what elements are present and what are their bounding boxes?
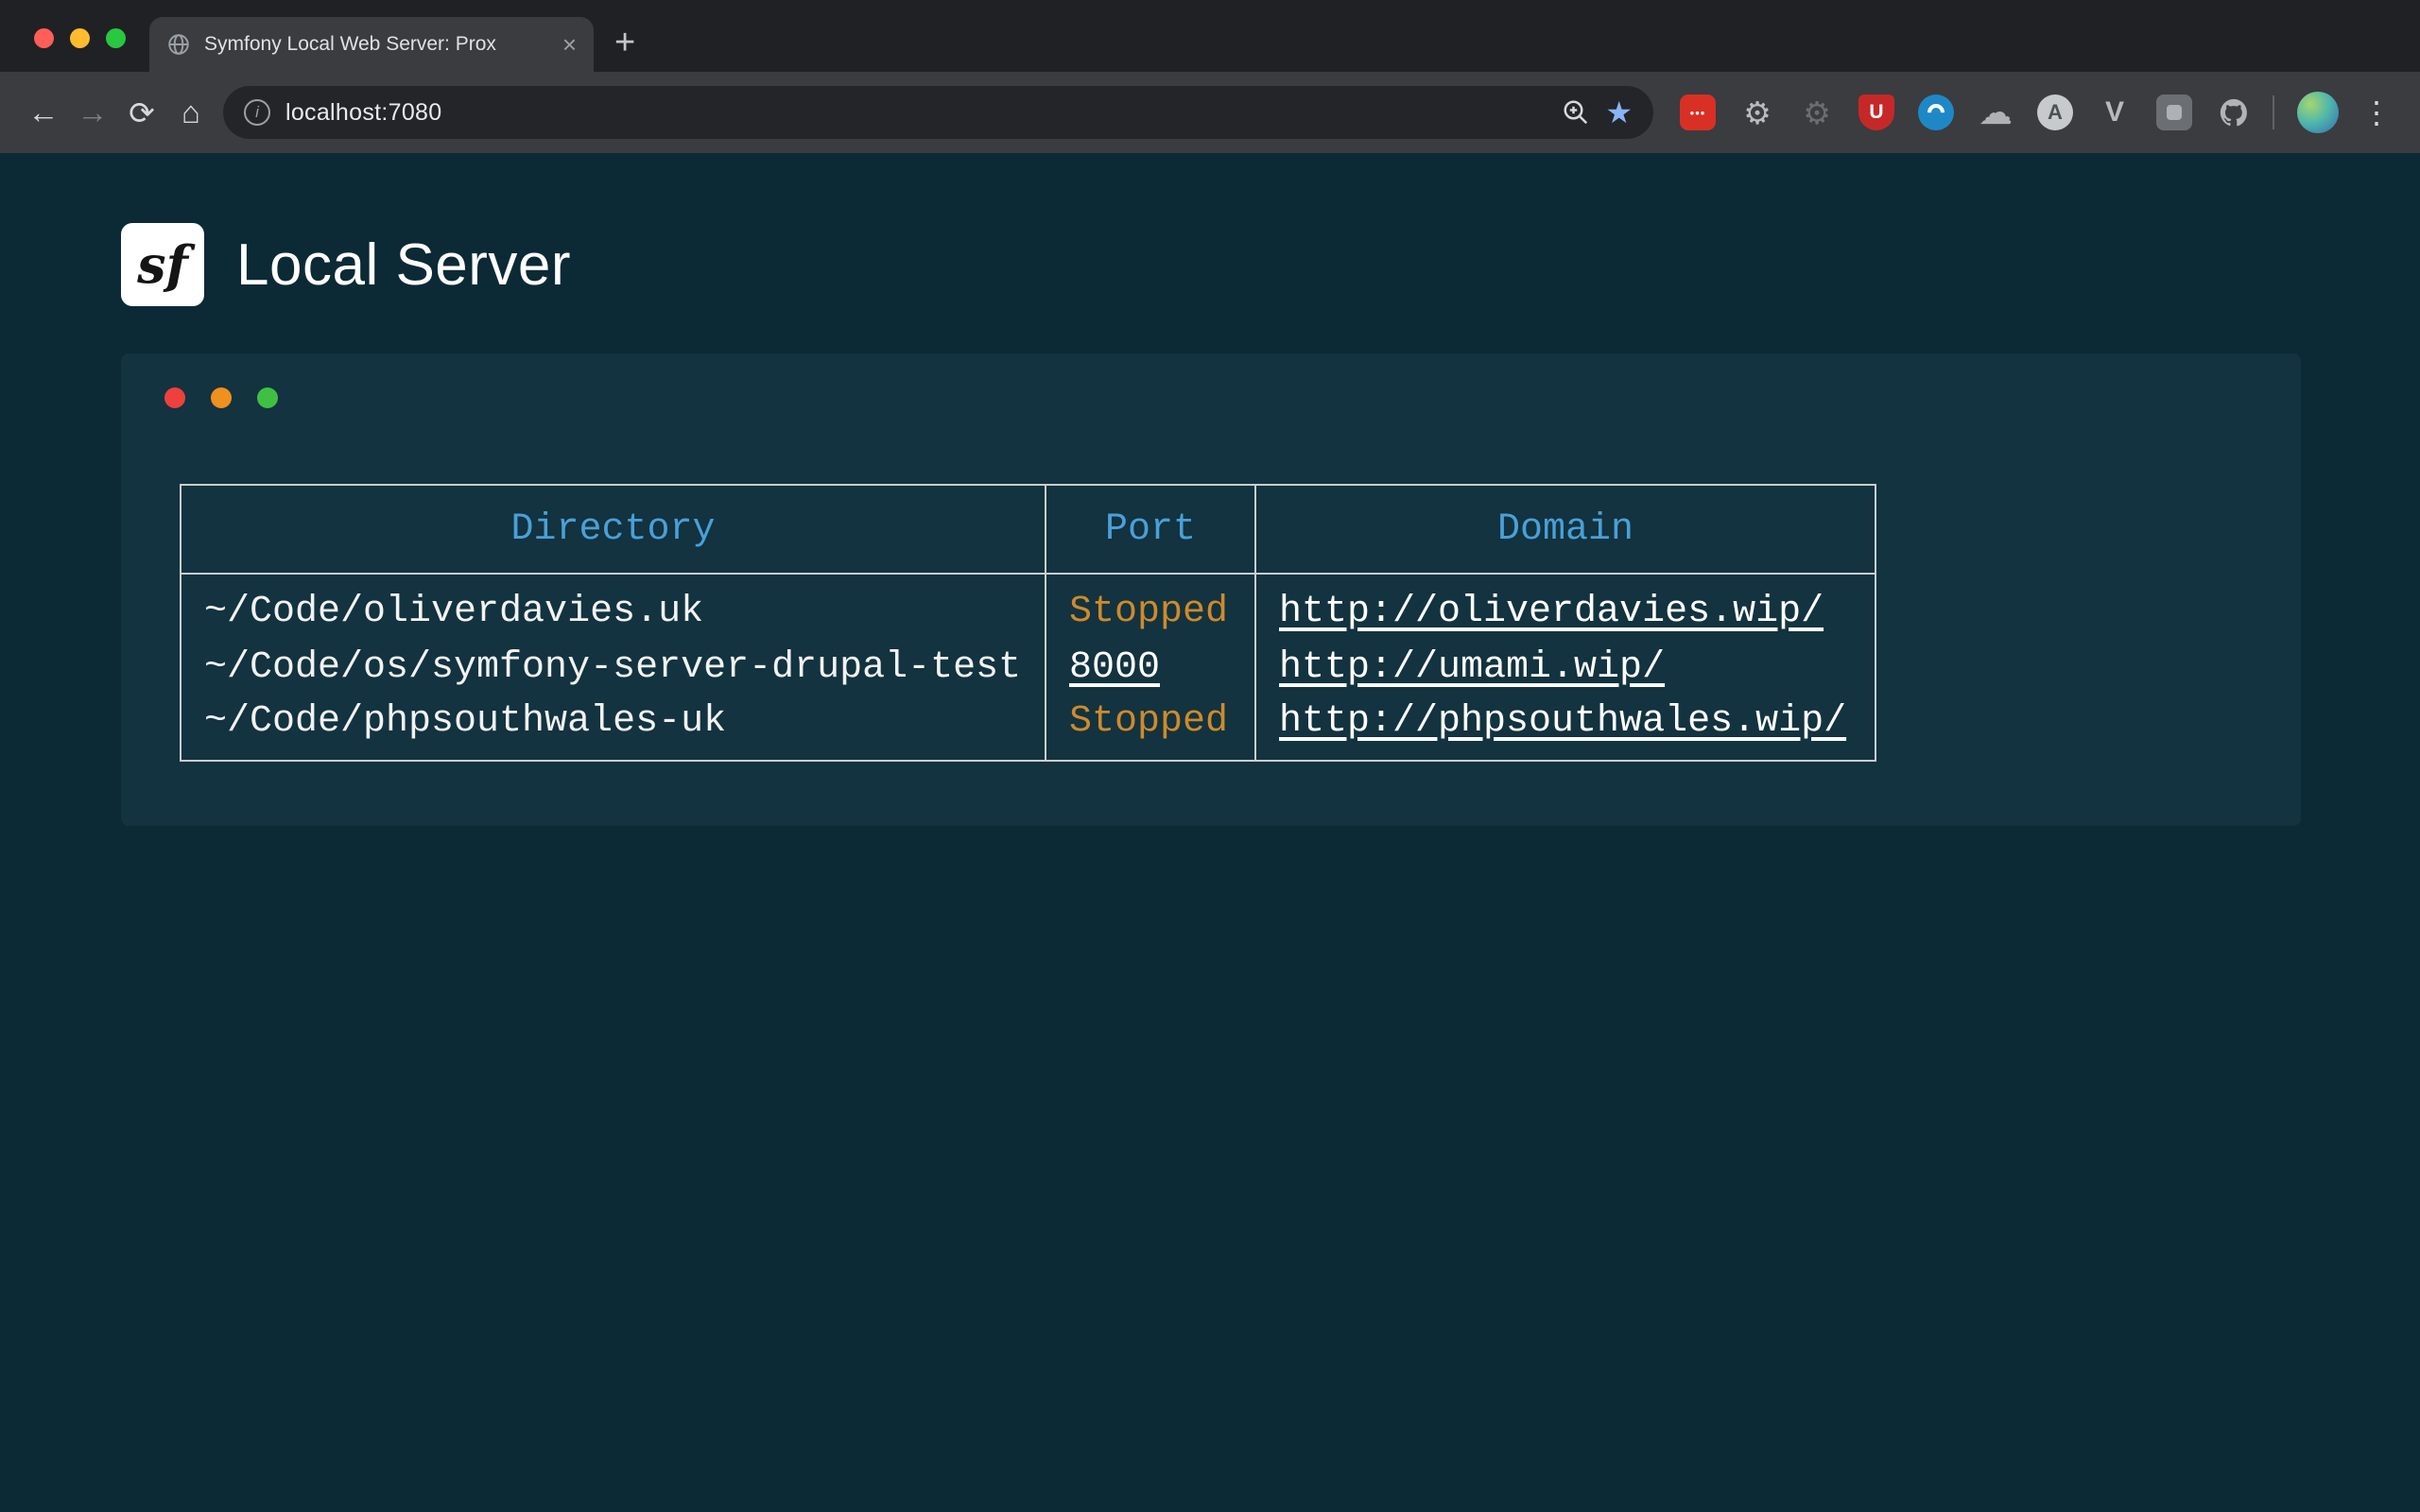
page-title: Local Server bbox=[236, 232, 571, 299]
server-card: Directory Port Domain ~/Code/oliverdavie… bbox=[121, 353, 2301, 826]
directory-cell: ~/Code/oliverdavies.uk bbox=[181, 574, 1046, 636]
back-icon[interactable]: ← bbox=[19, 94, 68, 130]
profile-avatar[interactable] bbox=[2297, 92, 2339, 133]
browser-toolbar: ← → ⟳ ⌂ i localhost:7080 ★ ••• ⚙ ⚙ U ☁ A… bbox=[0, 72, 2420, 153]
address-bar[interactable]: i localhost:7080 ★ bbox=[223, 86, 1653, 139]
table-row: ~/Code/phpsouthwales-uk Stopped http://p… bbox=[181, 698, 1876, 761]
table-header-row: Directory Port Domain bbox=[181, 485, 1876, 574]
new-tab-button[interactable]: + bbox=[614, 25, 635, 60]
site-info-icon[interactable]: i bbox=[244, 99, 270, 126]
domain-link[interactable]: http://oliverdavies.wip/ bbox=[1279, 591, 1824, 633]
table-row: ~/Code/oliverdavies.uk Stopped http://ol… bbox=[181, 574, 1876, 636]
window-controls bbox=[34, 28, 126, 48]
domain-link[interactable]: http://phpsouthwales.wip/ bbox=[1279, 700, 1846, 743]
browser-menu-icon[interactable]: ⋮ bbox=[2361, 97, 2392, 128]
minimize-window-button[interactable] bbox=[70, 28, 90, 48]
extensions-bar: ••• ⚙ ⚙ U ☁ A V bbox=[1680, 94, 2252, 130]
inner-square-shape bbox=[2167, 105, 2182, 120]
port-status: Stopped bbox=[1069, 591, 1228, 633]
url-text[interactable]: localhost:7080 bbox=[285, 99, 1547, 127]
browser-tab[interactable]: Symfony Local Web Server: Prox × bbox=[149, 17, 594, 72]
card-green-dot bbox=[257, 387, 278, 408]
card-orange-dot bbox=[211, 387, 232, 408]
home-icon[interactable]: ⌂ bbox=[166, 94, 216, 130]
toolbar-separator bbox=[2273, 95, 2274, 129]
port-column-header: Port bbox=[1046, 485, 1255, 574]
tab-favicon-globe-icon bbox=[166, 32, 191, 57]
servers-table: Directory Port Domain ~/Code/oliverdavie… bbox=[180, 484, 1876, 762]
directory-cell: ~/Code/phpsouthwales-uk bbox=[181, 698, 1046, 761]
a-circle-extension-icon[interactable]: A bbox=[2037, 94, 2073, 130]
card-window-dots bbox=[164, 387, 2301, 408]
tab-strip: Symfony Local Web Server: Prox × + bbox=[0, 0, 2420, 72]
symfony-logo: sf bbox=[121, 223, 204, 306]
domain-column-header: Domain bbox=[1255, 485, 1876, 574]
card-red-dot bbox=[164, 387, 185, 408]
directory-column-header: Directory bbox=[181, 485, 1046, 574]
zoom-window-button[interactable] bbox=[106, 28, 126, 48]
tab-title: Symfony Local Web Server: Prox bbox=[204, 33, 549, 56]
cloud-extension-icon[interactable]: ☁ bbox=[1978, 94, 2014, 130]
brand-header: sf Local Server bbox=[121, 223, 2420, 306]
v-shield-extension-icon[interactable]: V bbox=[2097, 94, 2133, 130]
page-content: sf Local Server Directory Port Domain ~/… bbox=[0, 153, 2420, 1512]
blue-circle-extension-icon[interactable] bbox=[1918, 94, 1954, 130]
crescent-shape bbox=[1924, 100, 1947, 124]
domain-link[interactable]: http://umami.wip/ bbox=[1279, 646, 1665, 689]
gear-light-extension-icon[interactable]: ⚙ bbox=[1739, 94, 1775, 130]
red-dots-extension-icon[interactable]: ••• bbox=[1680, 94, 1716, 130]
table-row: ~/Code/os/symfony-server-drupal-test 800… bbox=[181, 636, 1876, 698]
reload-icon[interactable]: ⟳ bbox=[117, 94, 166, 131]
bookmark-star-icon[interactable]: ★ bbox=[1605, 97, 1633, 128]
tab-close-icon[interactable]: × bbox=[562, 32, 577, 57]
port-link[interactable]: 8000 bbox=[1069, 646, 1160, 689]
close-window-button[interactable] bbox=[34, 28, 54, 48]
gear-dark-extension-icon[interactable]: ⚙ bbox=[1799, 94, 1835, 130]
directory-cell: ~/Code/os/symfony-server-drupal-test bbox=[181, 636, 1046, 698]
port-status: Stopped bbox=[1069, 700, 1228, 743]
forward-icon[interactable]: → bbox=[68, 94, 117, 130]
ublock-extension-icon[interactable]: U bbox=[1858, 94, 1894, 130]
gray-square-extension-icon[interactable] bbox=[2156, 94, 2192, 130]
symfony-logo-text: sf bbox=[137, 234, 188, 295]
zoom-icon[interactable] bbox=[1562, 98, 1590, 127]
github-octocat-extension-icon[interactable] bbox=[2216, 94, 2252, 130]
